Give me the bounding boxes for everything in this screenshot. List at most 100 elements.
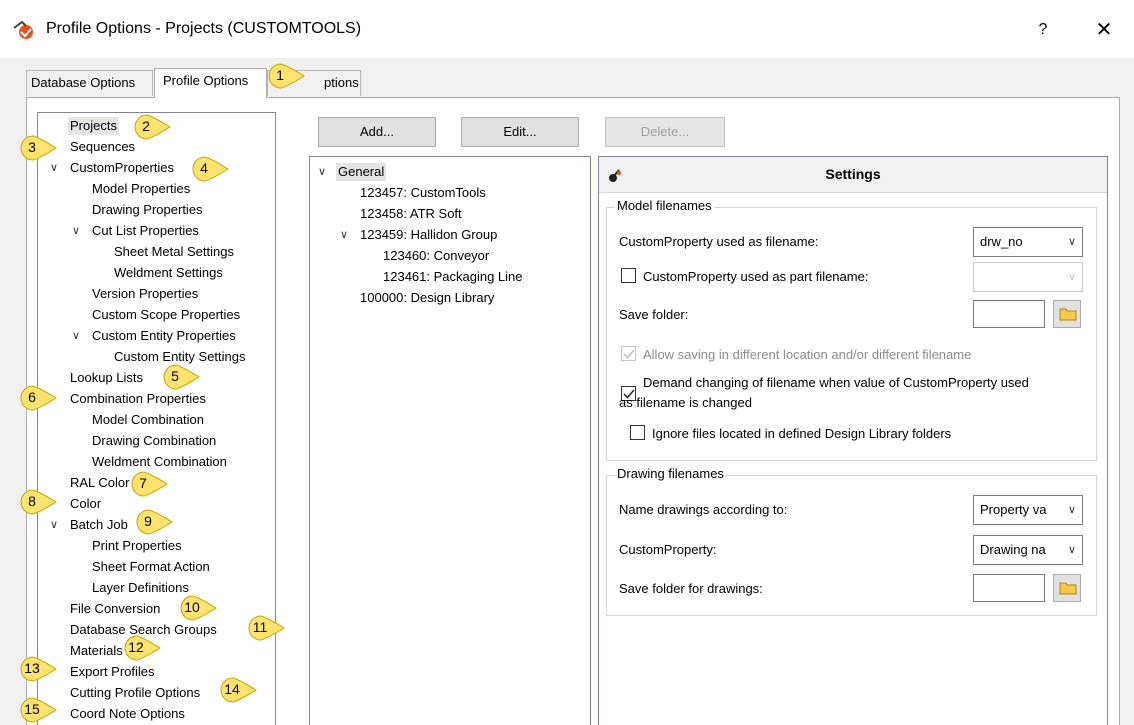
group-title: Model filenames: [615, 198, 714, 213]
edit-button[interactable]: Edit...: [461, 117, 579, 147]
chevron-down-icon[interactable]: ∨: [72, 327, 80, 345]
tree-item-project[interactable]: 123458: ATR Soft: [360, 205, 462, 223]
tree-item-ral-color[interactable]: RAL Color: [70, 474, 129, 492]
callout-marker: 5: [163, 363, 201, 391]
tree-item-customproperties[interactable]: CustomProperties: [70, 159, 174, 177]
tree-item-project[interactable]: 100000: Design Library: [360, 289, 494, 307]
callout-marker: 14: [220, 676, 258, 704]
cp-part-filename-checkbox[interactable]: [621, 268, 636, 283]
cp-part-filename-label: CustomProperty used as part filename:: [643, 269, 869, 284]
chevron-down-icon: ∨: [1067, 504, 1076, 516]
settings-header: Settings: [599, 157, 1107, 193]
tree-item-model-combination[interactable]: Model Combination: [92, 411, 204, 429]
tree-item-weldment-settings[interactable]: Weldment Settings: [114, 264, 223, 282]
callout-number: 14: [224, 681, 240, 697]
tree-item-color[interactable]: Color: [70, 495, 101, 513]
group-title: Drawing filenames: [615, 466, 726, 481]
tree-item-cut-list-properties[interactable]: Cut List Properties: [92, 222, 199, 240]
callout-marker: 3: [20, 134, 58, 162]
chevron-down-icon[interactable]: ∨: [318, 163, 326, 181]
callout-marker: 15: [20, 696, 58, 724]
tree-item-project[interactable]: 123459: Hallidon Group: [360, 226, 497, 244]
tree-item-materials[interactable]: Materials: [70, 642, 123, 660]
tree-item-project[interactable]: 123460: Conveyor: [383, 247, 489, 265]
tree-item-file-conversion[interactable]: File Conversion: [70, 600, 160, 618]
tree-item-custom-scope-properties[interactable]: Custom Scope Properties: [92, 306, 240, 324]
browse-drawing-folder-button[interactable]: [1053, 574, 1081, 602]
drawing-filenames-group: Drawing filenames Name drawings accordin…: [606, 466, 1097, 616]
callout-number: 10: [184, 599, 200, 615]
tree-item-drawing-combination[interactable]: Drawing Combination: [92, 432, 216, 450]
model-filenames-group: Model filenames CustomProperty used as f…: [606, 198, 1097, 461]
tree-item-project[interactable]: 123461: Packaging Line: [383, 268, 523, 286]
browse-folder-button[interactable]: [1053, 300, 1081, 328]
tree-item-weldment-combination[interactable]: Weldment Combination: [92, 453, 227, 471]
callout-marker: 1: [268, 62, 306, 90]
tree-item-print-properties[interactable]: Print Properties: [92, 537, 182, 555]
tree-item-general[interactable]: General: [336, 163, 387, 181]
delete-button[interactable]: Delete...: [605, 117, 725, 147]
callout-marker: 4: [192, 155, 230, 183]
chevron-down-icon: ∨: [1067, 544, 1076, 556]
callout-number: 9: [144, 513, 152, 529]
callout-number: 1: [276, 67, 284, 83]
chevron-down-icon[interactable]: ∨: [340, 226, 348, 244]
callout-number: 5: [171, 368, 179, 384]
cp-filename-label: CustomProperty used as filename:: [619, 234, 819, 249]
chevron-down-icon[interactable]: ∨: [72, 222, 80, 240]
callout-number: 7: [139, 475, 147, 491]
tree-item-batch-job[interactable]: Batch Job: [70, 516, 128, 534]
tab-profile-options[interactable]: Profile Options: [154, 68, 267, 98]
folder-icon: [1059, 582, 1077, 595]
chevron-down-icon[interactable]: ∨: [50, 516, 58, 534]
app-icon: [13, 20, 33, 39]
window-title: Profile Options - Projects (CUSTOMTOOLS): [46, 20, 362, 37]
callout-marker: 6: [20, 384, 58, 412]
tree-item-projects[interactable]: Projects: [68, 117, 119, 135]
help-button[interactable]: ?: [1028, 16, 1058, 44]
callout-marker: 12: [124, 634, 162, 662]
settings-panel: Settings Model filenames CustomProperty …: [598, 156, 1108, 725]
add-button[interactable]: Add...: [318, 117, 436, 147]
project-tree[interactable]: ∨ General 123457: CustomTools 123458: AT…: [309, 156, 591, 725]
callout-number: 6: [28, 389, 36, 405]
name-according-value: Property va: [980, 502, 1047, 517]
name-according-label: Name drawings according to:: [619, 502, 788, 517]
tree-item-combination-properties[interactable]: Combination Properties: [70, 390, 206, 408]
checkmark-icon: [623, 349, 635, 359]
tree-item-sheet-metal-settings[interactable]: Sheet Metal Settings: [114, 243, 234, 261]
custom-property-value: Drawing na: [980, 542, 1046, 557]
tree-item-version-properties[interactable]: Version Properties: [92, 285, 198, 303]
cp-part-filename-select[interactable]: ∨: [973, 262, 1083, 292]
drawing-save-folder-label: Save folder for drawings:: [619, 581, 763, 596]
save-folder-input[interactable]: [973, 300, 1045, 328]
allow-saving-checkbox[interactable]: [621, 346, 636, 361]
drawing-save-folder-input[interactable]: [973, 574, 1045, 602]
ignore-library-checkbox[interactable]: [630, 425, 645, 440]
tree-item-sequences[interactable]: Sequences: [70, 138, 135, 156]
callout-number: 2: [142, 118, 150, 134]
tree-item-model-properties[interactable]: Model Properties: [92, 180, 190, 198]
tree-item-custom-entity-properties[interactable]: Custom Entity Properties: [92, 327, 236, 345]
tree-item-sheet-format-action[interactable]: Sheet Format Action: [92, 558, 210, 576]
callout-marker: 2: [134, 113, 172, 141]
tree-item-project[interactable]: 123457: CustomTools: [360, 184, 486, 202]
custom-property-select[interactable]: Drawing na ∨: [973, 535, 1083, 565]
tree-item-export-profiles[interactable]: Export Profiles: [70, 663, 155, 681]
title-bar: Profile Options - Projects (CUSTOMTOOLS)…: [0, 0, 1134, 58]
callout-number: 8: [28, 493, 36, 509]
cp-filename-select[interactable]: drw_no ∨: [973, 227, 1083, 257]
callout-number: 3: [28, 139, 36, 155]
close-button[interactable]: ✕: [1088, 15, 1120, 45]
tab-database-options[interactable]: Database Options: [26, 70, 153, 96]
name-according-select[interactable]: Property va ∨: [973, 495, 1083, 525]
ignore-library-label: Ignore files located in defined Design L…: [652, 426, 952, 441]
callout-number: 11: [252, 619, 268, 635]
tree-item-cutting-profile-options[interactable]: Cutting Profile Options: [70, 684, 200, 702]
callout-number: 4: [200, 160, 208, 176]
tree-item-lookup-lists[interactable]: Lookup Lists: [70, 369, 143, 387]
tree-item-drawing-properties[interactable]: Drawing Properties: [92, 201, 203, 219]
tree-item-coord-note-options[interactable]: Coord Note Options: [70, 705, 185, 723]
save-folder-label: Save folder:: [619, 307, 689, 322]
tree-item-layer-definitions[interactable]: Layer Definitions: [92, 579, 189, 597]
